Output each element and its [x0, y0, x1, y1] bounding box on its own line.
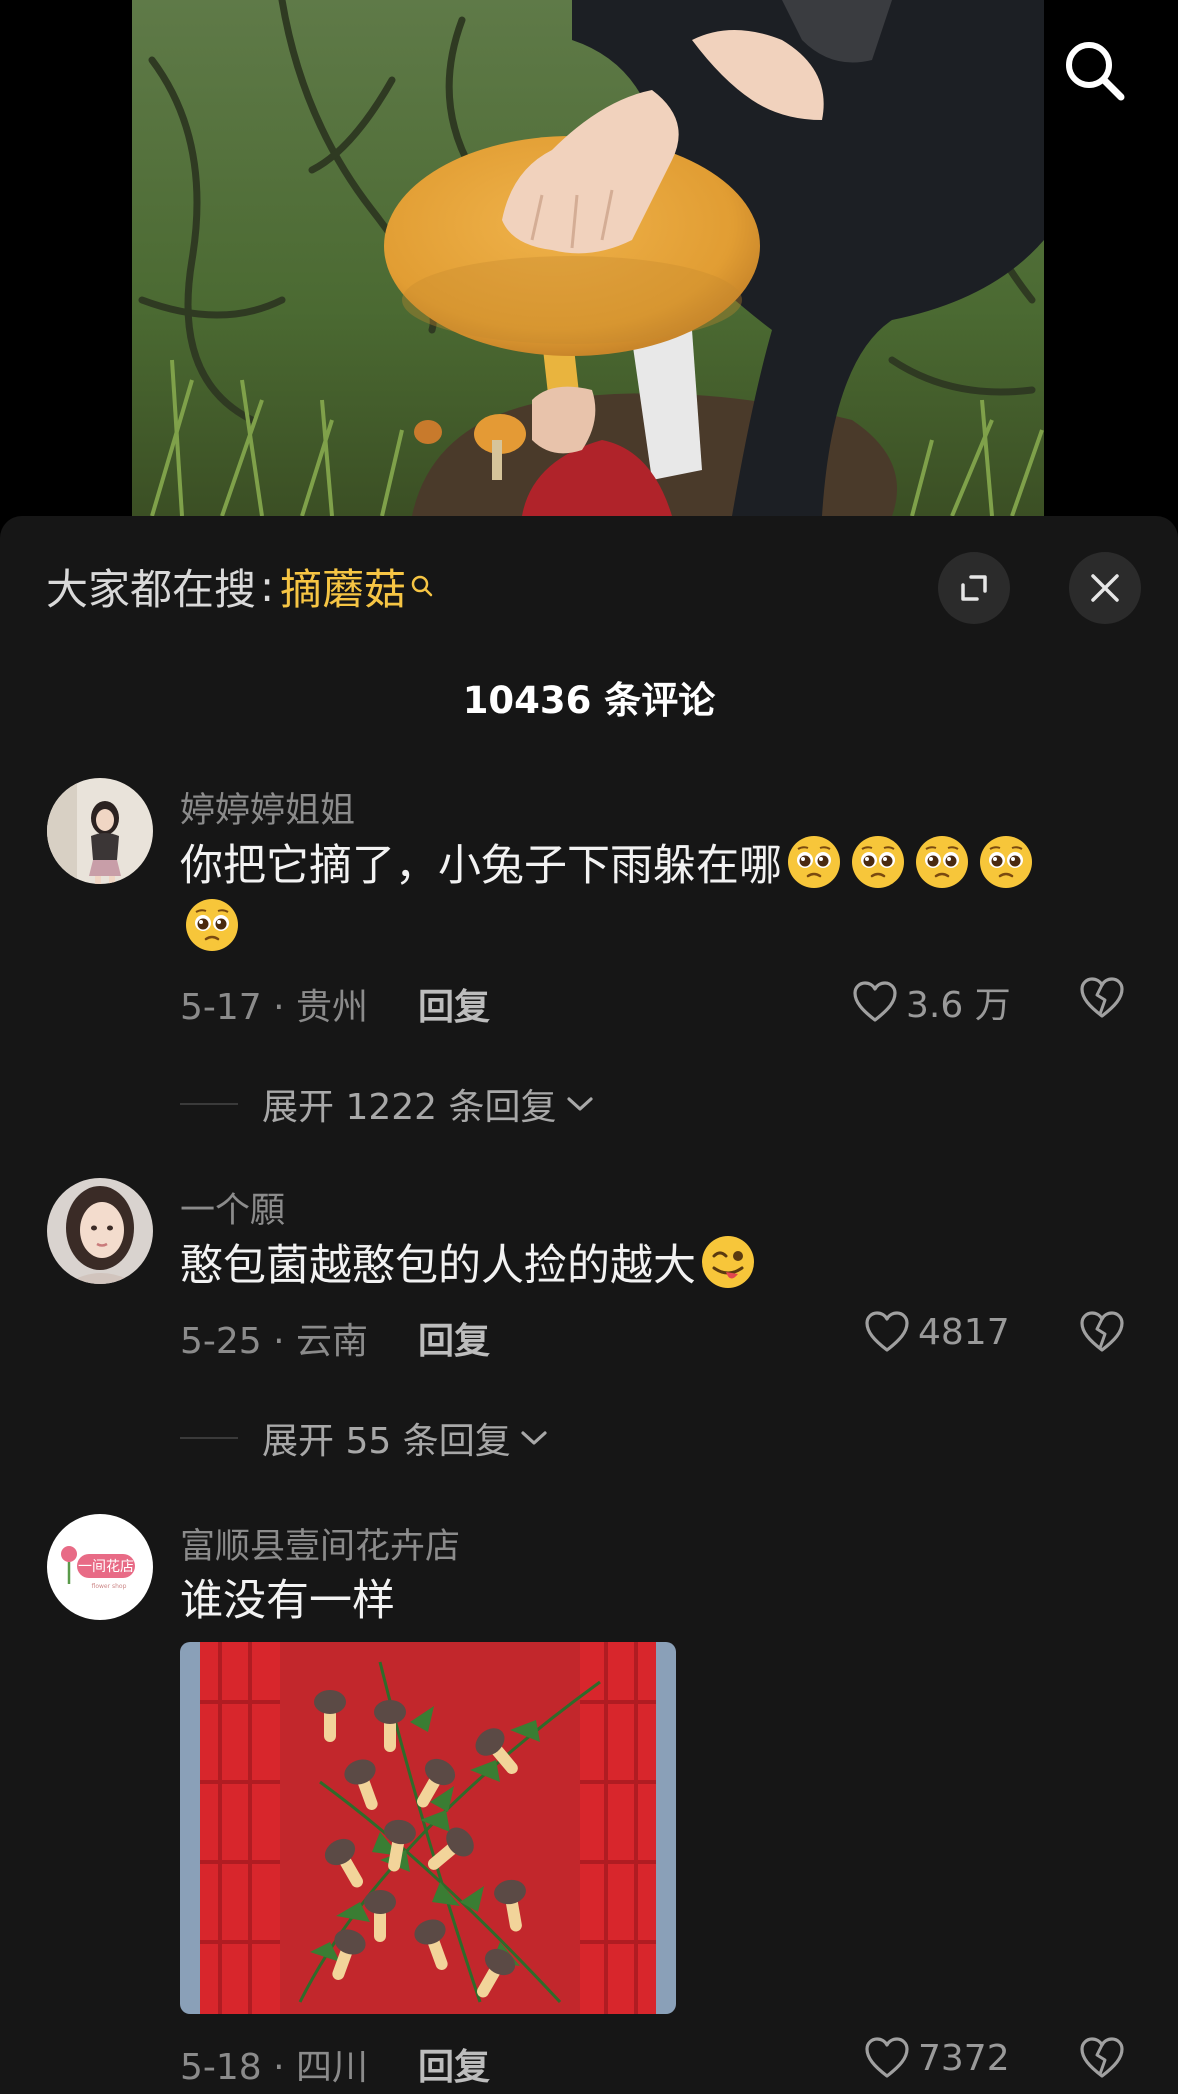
like-count: 7372 [918, 2037, 1010, 2079]
expand-replies-label: 展开 1222 条回复 [262, 1087, 557, 1128]
expand-replies-button[interactable]: 展开 1222 条回复 [180, 1078, 595, 1130]
shop-logo: 一间花店 flower shop [47, 1514, 153, 1620]
comment-text: 憨包菌越憨包的人捡的越大 [180, 1234, 1080, 1297]
like-button[interactable]: 4817 [864, 1310, 1010, 1354]
broken-heart-icon [1080, 1311, 1124, 1352]
divider-line [180, 1103, 238, 1105]
comment-meta: 5-25 · 云南 回复 [180, 1312, 490, 1364]
heart-icon [865, 1311, 909, 1352]
expand-icon [961, 575, 987, 601]
trending-keyword-link[interactable]: 摘蘑菇 [280, 556, 406, 617]
comment-text: 谁没有一样 [180, 1576, 395, 1626]
heart-icon [865, 2037, 909, 2078]
expand-replies-button[interactable]: 展开 55 条回复 [180, 1412, 549, 1464]
avatar[interactable] [47, 1178, 153, 1284]
shop-logo-text: 一间花店 [78, 1559, 134, 1575]
svg-text:flower shop: flower shop [92, 1583, 127, 1590]
comment-date-location: 5-18 · 四川 [180, 2047, 369, 2088]
chevron-down-icon [521, 1431, 547, 1445]
chevron-down-icon [566, 1097, 593, 1111]
avatar[interactable] [47, 778, 153, 884]
comment-username[interactable]: 富顺县壹间花卉店 [180, 1518, 460, 1569]
winking-tongue-emoji [700, 1234, 756, 1290]
trending-prefix: 大家都在搜 [46, 564, 257, 614]
comment-image[interactable] [180, 1642, 676, 2014]
comment-meta: 5-18 · 四川 回复 [180, 2038, 490, 2090]
pleading-face-emoji [184, 897, 240, 953]
comment-panel: 大家都在搜 : 摘蘑菇 10436 条评论 婷婷婷姐姐 你把它摘了，小兔子下雨躲… [0, 516, 1178, 2094]
like-count: 3.6 万 [906, 985, 1011, 1026]
comment-text-body: 你把它摘了，小兔子下雨躲在哪 [180, 841, 782, 891]
comment-text: 你把它摘了，小兔子下雨躲在哪 [180, 834, 1080, 960]
search-button[interactable] [1056, 32, 1132, 108]
comment-username[interactable]: 一个願 [180, 1182, 285, 1233]
video-player[interactable] [132, 0, 1044, 516]
heart-icon [853, 981, 897, 1022]
pleading-face-emoji [978, 834, 1034, 890]
trending-colon: : [260, 561, 275, 611]
comment-username[interactable]: 婷婷婷姐姐 [180, 782, 355, 833]
comment-text-body: 憨包菌越憨包的人捡的越大 [180, 1241, 696, 1291]
pleading-face-emoji [786, 834, 842, 890]
dislike-button[interactable] [1078, 1310, 1126, 1358]
reply-button[interactable]: 回复 [418, 978, 490, 1030]
comment-date-location: 5-25 · 云南 [180, 1321, 369, 1362]
broken-heart-icon [1080, 977, 1124, 1018]
comment-date-location: 5-17 · 贵州 [180, 987, 369, 1028]
dislike-button[interactable] [1078, 2036, 1126, 2084]
search-icon [1066, 42, 1125, 101]
trending-search: 大家都在搜 : 摘蘑菇 [46, 558, 434, 614]
reply-button[interactable]: 回复 [418, 1312, 490, 1364]
like-button[interactable]: 7372 [864, 2036, 1010, 2080]
search-small-icon [410, 574, 434, 598]
reply-button[interactable]: 回复 [418, 2038, 490, 2090]
expand-panel-button[interactable] [938, 552, 1010, 624]
divider-line [180, 1437, 238, 1439]
comment-meta: 5-17 · 贵州 回复 [180, 978, 490, 1030]
pleading-face-emoji [914, 834, 970, 890]
close-icon [1091, 574, 1119, 602]
like-button[interactable]: 3.6 万 [852, 976, 1011, 1028]
video-frame-mushroom [132, 0, 1044, 516]
comment-count: 10436 条评论 [462, 679, 716, 722]
close-panel-button[interactable] [1069, 552, 1141, 624]
expand-replies-label: 展开 55 条回复 [262, 1421, 511, 1462]
avatar[interactable]: 一间花店 flower shop [47, 1514, 153, 1620]
broken-heart-icon [1080, 2037, 1124, 2078]
like-count: 4817 [918, 1311, 1010, 1353]
dislike-button[interactable] [1078, 976, 1126, 1024]
pleading-face-emoji [850, 834, 906, 890]
